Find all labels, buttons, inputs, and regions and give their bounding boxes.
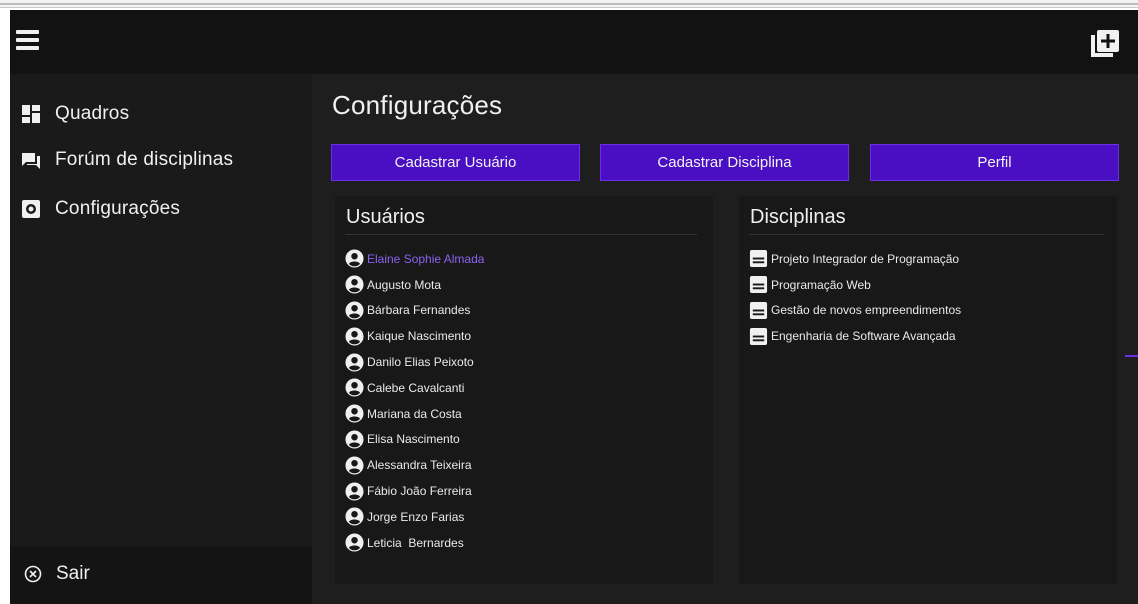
- user-name: Calebe Cavalcanti: [367, 380, 465, 395]
- add-box-icon: [1091, 30, 1119, 57]
- window-top-border: [0, 0, 1138, 10]
- user-name: Elaine Sophie Almada: [367, 251, 485, 266]
- user-name: Mariana da Costa: [367, 406, 462, 421]
- user-list-item[interactable]: Kaique Nascimento: [345, 323, 484, 349]
- user-list-item[interactable]: Calebe Cavalcanti: [345, 375, 484, 401]
- register-course-button[interactable]: Cadastrar Disciplina: [600, 144, 849, 181]
- user-list-item[interactable]: Danilo Elias Peixoto: [345, 349, 484, 375]
- course-name: Projeto Integrador de Programação: [771, 251, 960, 266]
- sidebar-item-configuracoes[interactable]: Configurações: [10, 189, 312, 229]
- sidebar-item-forum[interactable]: Forúm de disciplinas: [10, 140, 312, 180]
- users-panel-title: Usuários: [346, 206, 425, 228]
- user-name: Fábio João Ferreira: [367, 484, 472, 499]
- courses-panel: Disciplinas Projeto Integrador de Progra…: [739, 196, 1117, 584]
- user-list-item[interactable]: Alessandra Teixeira: [345, 452, 484, 478]
- user-list-item[interactable]: Mariana da Costa: [345, 401, 484, 427]
- sidebar-item-quadros[interactable]: Quadros: [10, 94, 312, 134]
- logout-label: Sair: [56, 563, 90, 584]
- account-circle-icon: [345, 456, 364, 475]
- course-name: Gestão de novos empreendimentos: [771, 303, 962, 318]
- register-user-button[interactable]: Cadastrar Usuário: [331, 144, 580, 181]
- close-circle-icon: [24, 565, 42, 583]
- user-name: Danilo Elias Peixoto: [367, 355, 474, 370]
- user-name: Alessandra Teixeira: [367, 458, 472, 473]
- book-icon: [749, 276, 768, 294]
- account-circle-icon: [345, 327, 364, 346]
- account-circle-icon: [345, 533, 364, 552]
- account-circle-icon: [345, 430, 364, 449]
- account-circle-icon: [345, 378, 364, 397]
- logout-button[interactable]: Sair: [10, 554, 312, 594]
- user-name: Elisa Nascimento: [367, 432, 460, 447]
- main-content: Configurações Cadastrar Usuário Cadastra…: [312, 74, 1138, 604]
- courses-list: Projeto Integrador de Programação Program…: [749, 246, 961, 349]
- menu-icon-bar: [16, 30, 39, 34]
- profile-button[interactable]: Perfil: [870, 144, 1119, 181]
- panel-divider: [345, 234, 697, 235]
- panel-divider: [749, 234, 1104, 235]
- user-list-item[interactable]: Elaine Sophie Almada: [345, 246, 484, 272]
- user-name: Augusto Mota: [367, 277, 442, 292]
- book-icon: [749, 250, 768, 268]
- users-panel: Usuários Elaine Sophie Almada Augusto Mot…: [335, 196, 713, 584]
- page-title: Configurações: [332, 90, 503, 120]
- user-name: Leticia Bernardes: [367, 535, 464, 550]
- user-list-item[interactable]: Fábio João Ferreira: [345, 478, 484, 504]
- user-name: Jorge Enzo Farias: [367, 509, 465, 524]
- user-list-item[interactable]: Bárbara Fernandes: [345, 298, 484, 324]
- account-circle-icon: [345, 482, 364, 501]
- course-list-item[interactable]: Gestão de novos empreendimentos: [749, 298, 961, 324]
- account-circle-icon: [345, 301, 364, 320]
- forum-icon: [22, 153, 40, 169]
- user-name: Bárbara Fernandes: [367, 303, 471, 318]
- course-list-item[interactable]: Engenharia de Software Avançada: [749, 323, 961, 349]
- menu-icon-bar: [16, 38, 39, 42]
- sidebar-item-label: Forúm de disciplinas: [55, 149, 234, 170]
- course-list-item[interactable]: Programação Web: [749, 272, 961, 298]
- account-circle-icon: [345, 507, 364, 526]
- account-circle-icon: [345, 275, 364, 294]
- sidebar-item-label: Quadros: [55, 103, 130, 124]
- account-circle-icon: [345, 353, 364, 372]
- user-list-item[interactable]: Augusto Mota: [345, 272, 484, 298]
- course-name: Programação Web: [771, 277, 871, 292]
- dashboard-icon: [22, 105, 40, 123]
- user-list-item[interactable]: Elisa Nascimento: [345, 427, 484, 453]
- sidebar: Quadros Forúm de disciplinas Configuraçõ…: [10, 74, 312, 604]
- account-circle-icon: [345, 249, 364, 268]
- scroll-indicator: [1125, 355, 1138, 357]
- users-list: Elaine Sophie Almada Augusto Mota Bárbara …: [345, 246, 484, 556]
- user-list-item[interactable]: Leticia Bernardes: [345, 530, 484, 556]
- book-icon: [749, 327, 768, 345]
- course-list-item[interactable]: Projeto Integrador de Programação: [749, 246, 961, 272]
- user-name: Kaique Nascimento: [367, 329, 472, 344]
- add-button[interactable]: [1088, 27, 1122, 61]
- book-icon: [749, 301, 768, 320]
- course-name: Engenharia de Software Avançada: [771, 329, 956, 344]
- menu-button[interactable]: [16, 28, 46, 58]
- app-bar: [10, 10, 1138, 74]
- settings-icon: [22, 200, 40, 218]
- menu-icon-bar: [16, 46, 39, 50]
- sidebar-footer: Sair: [10, 546, 312, 604]
- courses-panel-title: Disciplinas: [750, 206, 846, 228]
- sidebar-item-label: Configurações: [55, 198, 181, 219]
- account-circle-icon: [345, 404, 364, 423]
- user-list-item[interactable]: Jorge Enzo Farias: [345, 504, 484, 530]
- app-window: Quadros Forúm de disciplinas Configuraçõ…: [10, 10, 1138, 604]
